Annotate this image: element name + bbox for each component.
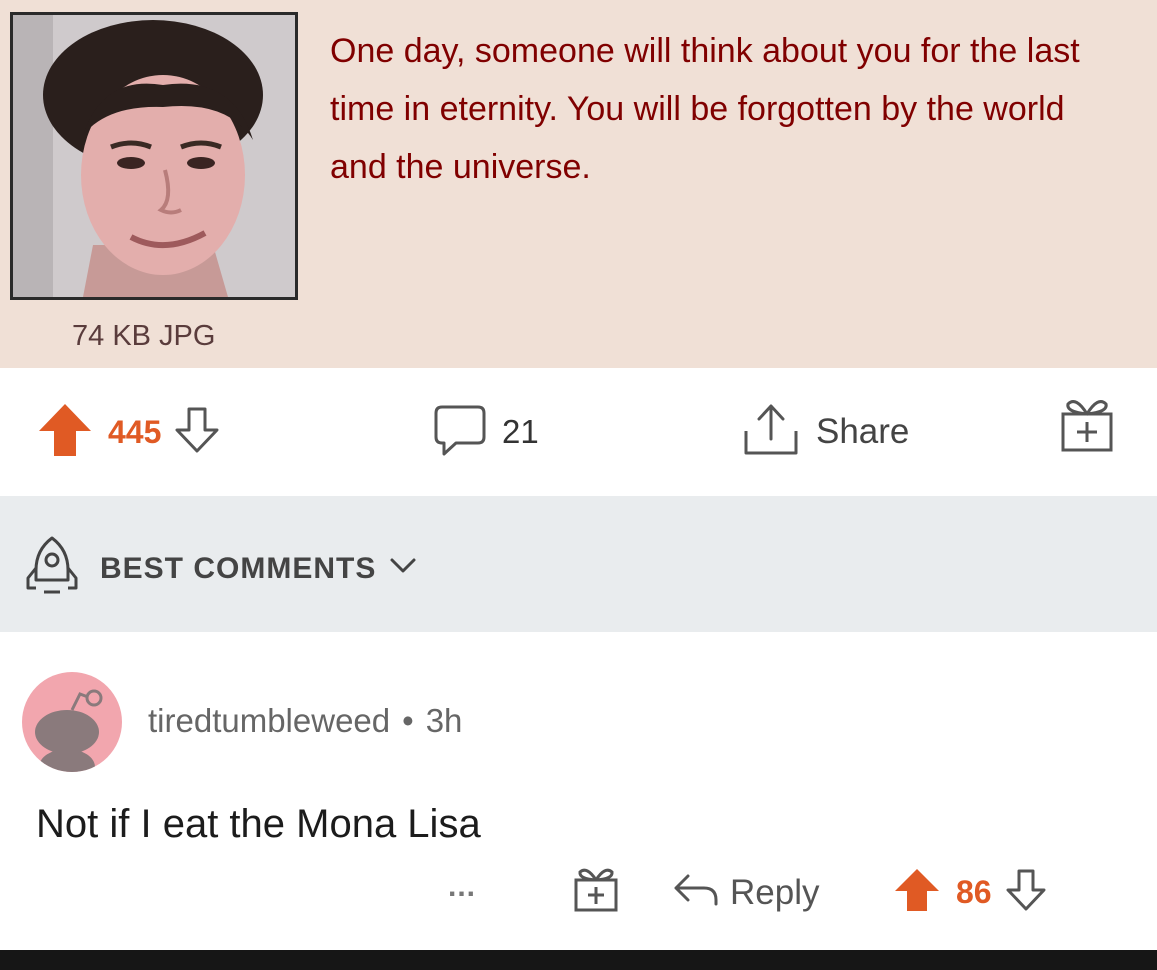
sort-label: BEST COMMENTS [100, 551, 377, 585]
comment: tiredtumbleweed • 3h Not if I eat the Mona… [0, 632, 1157, 950]
comment-count: 21 [502, 413, 539, 450]
comment-vote-group: 86 [892, 866, 1048, 919]
comment-time: 3h [425, 702, 463, 739]
bottom-edge [0, 950, 1157, 970]
reply-arrow-icon [672, 870, 720, 915]
reply-button[interactable]: Reply [672, 870, 819, 915]
award-gift-icon [572, 864, 620, 919]
comment-meta: tiredtumbleweed • 3h [148, 702, 462, 740]
share-label: Share [816, 412, 910, 451]
upvote-arrow-icon[interactable] [36, 401, 94, 464]
comment-award-button[interactable] [572, 864, 620, 919]
post-text: One day, someone will think about you fo… [330, 32, 1080, 186]
comment-sort-bar: BEST COMMENTS [0, 496, 1157, 632]
share-button[interactable]: Share [740, 404, 910, 454]
comment-body: Not if I eat the Mona Lisa [36, 802, 481, 846]
rocket-icon [24, 534, 80, 603]
upvote-arrow-icon[interactable] [892, 866, 942, 919]
more-options-button[interactable]: ... [448, 870, 476, 904]
post-vote-count: 445 [108, 413, 162, 450]
sort-selector[interactable]: BEST COMMENTS [24, 534, 418, 603]
reply-label: Reply [730, 872, 820, 912]
award-gift-icon [1058, 394, 1116, 459]
post-action-bar: 445 21 Share [0, 368, 1157, 496]
award-button[interactable] [1058, 399, 1116, 451]
share-icon [740, 401, 802, 464]
snoo-avatar[interactable] [22, 672, 122, 772]
comments-button[interactable]: 21 [432, 405, 539, 455]
reddit-post-screen: 74 KB JPG One day, someone will think ab… [0, 0, 1157, 970]
comment-username[interactable]: tiredtumbleweed [148, 702, 390, 739]
meta-separator: • [402, 702, 414, 739]
file-size-label: 74 KB JPG [72, 320, 216, 352]
comment-bubble-icon [432, 403, 488, 462]
post-image[interactable] [10, 12, 298, 300]
comment-vote-count: 86 [956, 874, 992, 910]
downvote-arrow-icon[interactable] [1004, 867, 1048, 918]
post-vote-group: 445 [36, 403, 221, 456]
chevron-down-icon [388, 556, 418, 581]
embedded-post: 74 KB JPG One day, someone will think ab… [0, 0, 1157, 368]
downvote-arrow-icon[interactable] [173, 405, 221, 460]
portrait-photo [13, 15, 295, 297]
more-options-label: ... [448, 870, 477, 903]
